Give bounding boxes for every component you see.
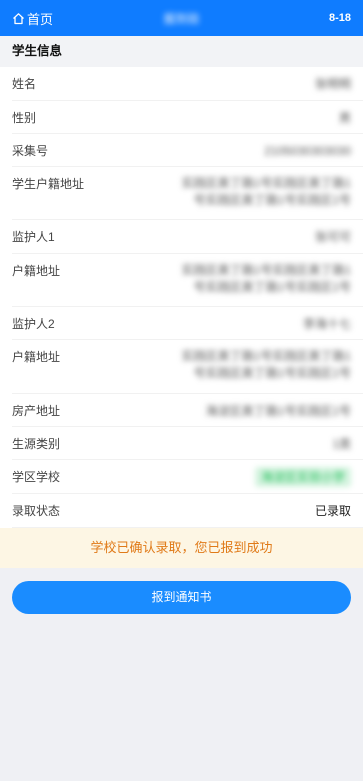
status-message-bar: 学校已确认录取，您已报到成功	[0, 528, 363, 568]
home-icon	[12, 12, 25, 25]
row-label: 户籍地址	[12, 350, 61, 364]
row-value-school: 海淀区实验小学	[254, 467, 351, 487]
section-title-student-info: 学生信息	[0, 36, 363, 67]
page-title: 报到验	[163, 11, 200, 26]
row-value: 张可可	[314, 230, 351, 244]
info-row-collection-number: 采集号 2105030303030	[0, 134, 363, 167]
info-row-source-category: 生源类别 1类	[0, 427, 363, 460]
info-row-admission-status: 录取状态 已录取	[0, 494, 363, 528]
row-value: 张明明	[314, 77, 351, 91]
row-label: 学生户籍地址	[12, 177, 85, 191]
row-label: 房产地址	[12, 404, 61, 418]
home-label: 首页	[27, 11, 54, 27]
info-row-student-address: 学生户籍地址 实践区奥丁路1号实践区奥丁路1号实践区奥丁路1号实践区1号	[0, 167, 363, 220]
info-row-guardian-1: 监护人1 张可可	[0, 220, 363, 254]
row-label: 监护人1	[12, 230, 55, 244]
row-label: 监护人2	[12, 317, 55, 331]
row-label: 录取状态	[12, 504, 61, 518]
row-label: 生源类别	[12, 437, 61, 451]
info-row-guardian-2: 监护人2 李海十七	[0, 307, 363, 340]
row-label: 姓名	[12, 77, 37, 91]
info-row-name: 姓名 张明明	[0, 67, 363, 101]
info-row-guardian-1-address: 户籍地址 实践区奥丁路1号实践区奥丁路1号实践区奥丁路1号实践区1号	[0, 254, 363, 307]
row-value: 实践区奥丁路1号实践区奥丁路1号实践区奥丁路1号实践区1号	[181, 263, 351, 294]
row-label: 户籍地址	[12, 264, 61, 278]
report-notice-button[interactable]: 报到通知书	[12, 581, 351, 614]
info-row-property-address: 房产地址 海淀区奥丁路1号实践区1号	[0, 394, 363, 427]
row-label: 学区学校	[12, 470, 61, 484]
student-info-list: 姓名 张明明 性别 男 采集号 2105030303030 学生户籍地址 实践区…	[0, 67, 363, 528]
row-value: 实践区奥丁路1号实践区奥丁路1号实践区奥丁路1号实践区1号	[181, 349, 351, 380]
row-value: 实践区奥丁路1号实践区奥丁路1号实践区奥丁路1号实践区1号	[181, 176, 351, 207]
home-link[interactable]: 首页	[12, 9, 53, 28]
info-row-gender: 性别 男	[0, 101, 363, 134]
row-label: 采集号	[12, 144, 49, 158]
row-label: 性别	[12, 111, 37, 125]
row-value: 1类	[332, 437, 351, 451]
info-row-guardian-2-address: 户籍地址 实践区奥丁路1号实践区奥丁路1号实践区奥丁路1号实践区1号	[0, 340, 363, 394]
info-row-district-school: 学区学校 海淀区实验小学	[0, 460, 363, 494]
row-value: 海淀区奥丁路1号实践区1号	[205, 404, 351, 418]
row-value: 2105030303030	[264, 144, 351, 158]
admission-status-value: 已录取	[314, 504, 351, 518]
status-message: 学校已确认录取，您已报到成功	[90, 540, 273, 555]
header-right-text: 8-18	[328, 12, 351, 24]
row-value: 男	[338, 111, 351, 125]
row-value: 李海十七	[302, 317, 351, 331]
top-nav-bar: 首页 报到验 8-18	[0, 0, 363, 36]
button-container: 报到通知书	[0, 568, 363, 614]
